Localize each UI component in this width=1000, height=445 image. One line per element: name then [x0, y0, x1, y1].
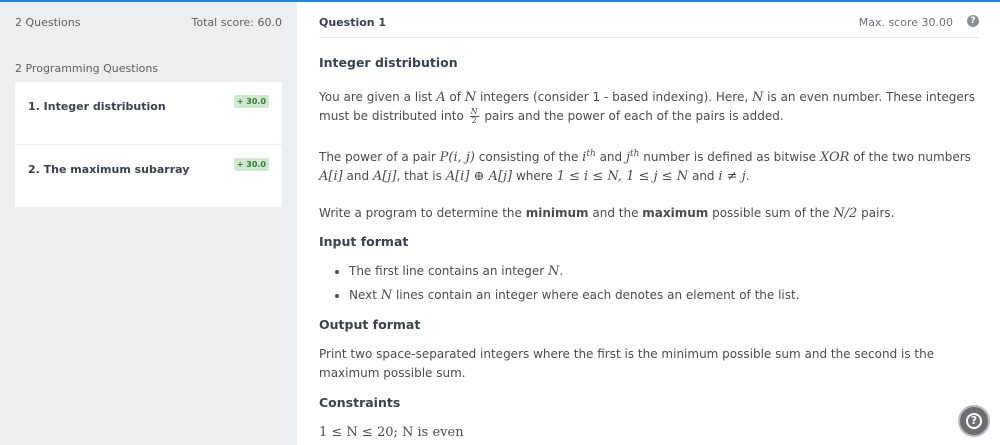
- list-item: The first line contains an integer N.: [319, 262, 979, 281]
- sidebar-header: 2 Questions Total score: 60.0: [15, 16, 282, 29]
- question-header: Question 1 Max. score 30.00 ?: [319, 2, 979, 38]
- input-format-title: Input format: [319, 234, 409, 249]
- total-score: Total score: 60.0: [191, 16, 282, 29]
- problem-statement: Integer distribution You are given a lis…: [319, 55, 979, 442]
- question-item-label: 1. Integer distribution: [28, 100, 166, 113]
- problem-title: Integer distribution: [319, 55, 458, 70]
- score-badge: + 30.0: [233, 158, 269, 171]
- section-title: 2 Programming Questions: [15, 62, 159, 75]
- fraction-n-over-2: N2: [469, 107, 479, 125]
- paragraph-task: Write a program to determine the minimum…: [319, 206, 895, 221]
- questions-count: 2 Questions: [15, 16, 81, 29]
- max-score: Max. score 30.00: [858, 16, 953, 29]
- question-item-label: 2. The maximum subarray: [28, 163, 190, 176]
- constraint-text: 1 ≤ N ≤ 20; N is even: [319, 425, 464, 440]
- question-list: 1. Integer distribution + 30.0 2. The ma…: [15, 82, 282, 208]
- input-format-list: The first line contains an integer N. Ne…: [319, 262, 979, 305]
- paragraph-intro: You are given a list A of N integers (co…: [319, 90, 975, 125]
- help-fab-icon: ?: [966, 413, 982, 429]
- output-format-title: Output format: [319, 317, 421, 332]
- question-item-1[interactable]: 1. Integer distribution + 30.0: [15, 82, 282, 145]
- score-badge: + 30.0: [233, 95, 269, 108]
- constraints-title: Constraints: [319, 395, 401, 410]
- paragraph-power: The power of a pair P(i, j) consisting o…: [319, 149, 971, 184]
- output-format-text: Print two space-separated integers where…: [319, 347, 935, 380]
- question-item-2[interactable]: 2. The maximum subarray + 30.0: [15, 145, 282, 208]
- main-panel: Question 1 Max. score 30.00 ? Integer di…: [319, 2, 979, 445]
- list-item: Next N lines contain an integer where ea…: [319, 286, 979, 305]
- question-circle-icon[interactable]: ?: [967, 15, 979, 27]
- help-fab-button[interactable]: ?: [958, 405, 990, 437]
- sidebar: 2 Questions Total score: 60.0 2 Programm…: [0, 2, 297, 445]
- question-number: Question 1: [319, 16, 387, 29]
